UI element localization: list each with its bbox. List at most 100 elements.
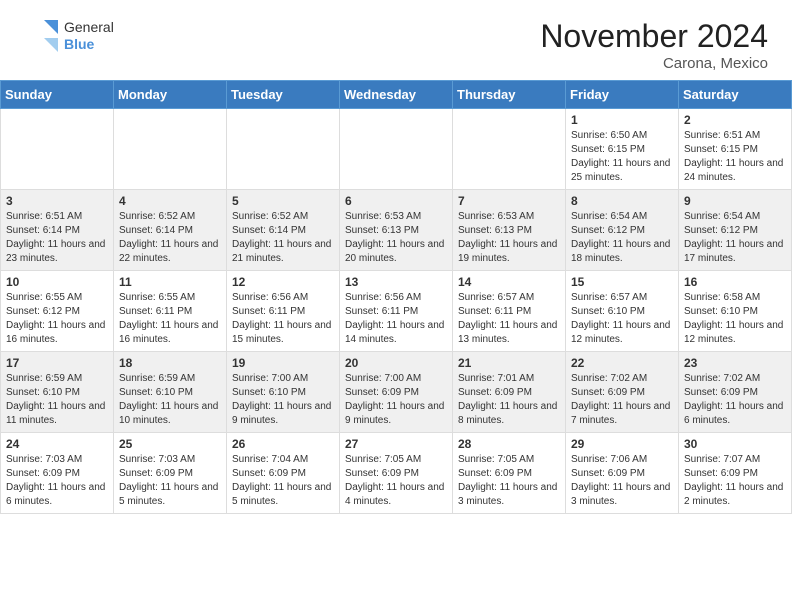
calendar-day-empty xyxy=(114,109,227,190)
day-detail: Sunrise: 6:57 AM Sunset: 6:10 PM Dayligh… xyxy=(571,291,673,347)
calendar-day-22: 22 Sunrise: 7:02 AM Sunset: 6:09 PM Dayli… xyxy=(566,352,679,433)
weekday-header-wednesday: Wednesday xyxy=(340,81,453,109)
calendar-day-18: 18 Sunrise: 6:59 AM Sunset: 6:10 PM Dayli… xyxy=(114,352,227,433)
day-detail: Sunrise: 7:02 AM Sunset: 6:09 PM Dayligh… xyxy=(684,372,786,428)
day-detail: Sunrise: 7:01 AM Sunset: 6:09 PM Dayligh… xyxy=(458,372,560,428)
calendar-day-1: 1Sunrise: 6:50 AM Sunset: 6:15 PM Daylig… xyxy=(566,109,679,190)
calendar-table: SundayMondayTuesdayWednesdayThursdayFrid… xyxy=(0,80,792,514)
calendar-day-14: 14Sunrise: 6:57 AM Sunset: 6:11 PM Dayli… xyxy=(453,271,566,352)
day-detail: Sunrise: 6:51 AM Sunset: 6:14 PM Dayligh… xyxy=(6,210,108,266)
calendar-day-30: 30Sunrise: 7:07 AM Sunset: 6:09 PM Dayli… xyxy=(679,433,792,514)
day-number: 30 xyxy=(684,437,786,451)
day-number: 28 xyxy=(458,437,560,451)
day-detail: Sunrise: 6:55 AM Sunset: 6:11 PM Dayligh… xyxy=(119,291,221,347)
calendar-day-empty xyxy=(340,109,453,190)
day-detail: Sunrise: 6:56 AM Sunset: 6:11 PM Dayligh… xyxy=(232,291,334,347)
weekday-header-sunday: Sunday xyxy=(1,81,114,109)
logo-graphic xyxy=(24,18,60,54)
calendar-day-27: 27 Sunrise: 7:05 AM Sunset: 6:09 PM Dayli… xyxy=(340,433,453,514)
day-number: 1 xyxy=(571,113,673,127)
calendar-day-15: 15Sunrise: 6:57 AM Sunset: 6:10 PM Dayli… xyxy=(566,271,679,352)
day-number: 24 xyxy=(6,437,108,451)
day-number: 18 xyxy=(119,356,221,370)
calendar-day-19: 19Sunrise: 7:00 AM Sunset: 6:10 PM Dayli… xyxy=(227,352,340,433)
day-number: 13 xyxy=(345,275,447,289)
calendar-day-17: 17 Sunrise: 6:59 AM Sunset: 6:10 PM Dayli… xyxy=(1,352,114,433)
logo-general-text: General xyxy=(64,19,114,36)
day-detail: Sunrise: 6:58 AM Sunset: 6:10 PM Dayligh… xyxy=(684,291,786,347)
calendar-day-21: 21 Sunrise: 7:01 AM Sunset: 6:09 PM Dayli… xyxy=(453,352,566,433)
day-number: 6 xyxy=(345,194,447,208)
calendar-day-empty xyxy=(227,109,340,190)
day-number: 21 xyxy=(458,356,560,370)
calendar-day-3: 3 Sunrise: 6:51 AM Sunset: 6:14 PM Daylig… xyxy=(1,190,114,271)
calendar-day-empty xyxy=(453,109,566,190)
calendar-day-10: 10 Sunrise: 6:55 AM Sunset: 6:12 PM Dayli… xyxy=(1,271,114,352)
calendar-day-13: 13Sunrise: 6:56 AM Sunset: 6:11 PM Dayli… xyxy=(340,271,453,352)
day-detail: Sunrise: 7:03 AM Sunset: 6:09 PM Dayligh… xyxy=(6,453,108,509)
day-detail: Sunrise: 6:52 AM Sunset: 6:14 PM Dayligh… xyxy=(232,210,334,266)
day-number: 22 xyxy=(571,356,673,370)
day-number: 11 xyxy=(119,275,221,289)
weekday-header-tuesday: Tuesday xyxy=(227,81,340,109)
calendar-day-8: 8 Sunrise: 6:54 AM Sunset: 6:12 PM Daylig… xyxy=(566,190,679,271)
location: Carona, Mexico xyxy=(540,55,768,72)
day-detail: Sunrise: 6:54 AM Sunset: 6:12 PM Dayligh… xyxy=(684,210,786,266)
day-detail: Sunrise: 7:05 AM Sunset: 6:09 PM Dayligh… xyxy=(458,453,560,509)
day-number: 3 xyxy=(6,194,108,208)
day-detail: Sunrise: 7:05 AM Sunset: 6:09 PM Dayligh… xyxy=(345,453,447,509)
day-number: 25 xyxy=(119,437,221,451)
day-detail: Sunrise: 6:53 AM Sunset: 6:13 PM Dayligh… xyxy=(458,210,560,266)
logo-blue-text: Blue xyxy=(64,36,114,53)
day-number: 10 xyxy=(6,275,108,289)
calendar-day-5: 5 Sunrise: 6:52 AM Sunset: 6:14 PM Daylig… xyxy=(227,190,340,271)
calendar-day-29: 29 Sunrise: 7:06 AM Sunset: 6:09 PM Dayli… xyxy=(566,433,679,514)
logo-text: General Blue xyxy=(64,19,114,53)
day-detail: Sunrise: 6:59 AM Sunset: 6:10 PM Dayligh… xyxy=(119,372,221,428)
weekday-header-saturday: Saturday xyxy=(679,81,792,109)
calendar-day-7: 7Sunrise: 6:53 AM Sunset: 6:13 PM Daylig… xyxy=(453,190,566,271)
calendar-day-20: 20 Sunrise: 7:00 AM Sunset: 6:09 PM Dayli… xyxy=(340,352,453,433)
day-number: 17 xyxy=(6,356,108,370)
calendar-day-25: 25 Sunrise: 7:03 AM Sunset: 6:09 PM Dayli… xyxy=(114,433,227,514)
day-number: 5 xyxy=(232,194,334,208)
logo: General Blue xyxy=(24,18,114,54)
calendar-day-6: 6Sunrise: 6:53 AM Sunset: 6:13 PM Daylig… xyxy=(340,190,453,271)
day-detail: Sunrise: 6:54 AM Sunset: 6:12 PM Dayligh… xyxy=(571,210,673,266)
day-number: 26 xyxy=(232,437,334,451)
calendar-day-9: 9 Sunrise: 6:54 AM Sunset: 6:12 PM Daylig… xyxy=(679,190,792,271)
weekday-header-friday: Friday xyxy=(566,81,679,109)
calendar-day-12: 12Sunrise: 6:56 AM Sunset: 6:11 PM Dayli… xyxy=(227,271,340,352)
calendar-day-16: 16 Sunrise: 6:58 AM Sunset: 6:10 PM Dayli… xyxy=(679,271,792,352)
day-detail: Sunrise: 7:00 AM Sunset: 6:09 PM Dayligh… xyxy=(345,372,447,428)
day-number: 9 xyxy=(684,194,786,208)
day-number: 27 xyxy=(345,437,447,451)
calendar-week-row: 1Sunrise: 6:50 AM Sunset: 6:15 PM Daylig… xyxy=(1,109,792,190)
day-number: 4 xyxy=(119,194,221,208)
calendar-week-row: 17 Sunrise: 6:59 AM Sunset: 6:10 PM Dayli… xyxy=(1,352,792,433)
day-detail: Sunrise: 6:55 AM Sunset: 6:12 PM Dayligh… xyxy=(6,291,108,347)
day-number: 8 xyxy=(571,194,673,208)
day-detail: Sunrise: 7:04 AM Sunset: 6:09 PM Dayligh… xyxy=(232,453,334,509)
day-detail: Sunrise: 6:59 AM Sunset: 6:10 PM Dayligh… xyxy=(6,372,108,428)
day-detail: Sunrise: 6:57 AM Sunset: 6:11 PM Dayligh… xyxy=(458,291,560,347)
calendar-day-2: 2Sunrise: 6:51 AM Sunset: 6:15 PM Daylig… xyxy=(679,109,792,190)
calendar-day-23: 23 Sunrise: 7:02 AM Sunset: 6:09 PM Dayli… xyxy=(679,352,792,433)
day-detail: Sunrise: 6:52 AM Sunset: 6:14 PM Dayligh… xyxy=(119,210,221,266)
weekday-header-thursday: Thursday xyxy=(453,81,566,109)
day-number: 29 xyxy=(571,437,673,451)
day-detail: Sunrise: 7:06 AM Sunset: 6:09 PM Dayligh… xyxy=(571,453,673,509)
day-detail: Sunrise: 7:03 AM Sunset: 6:09 PM Dayligh… xyxy=(119,453,221,509)
calendar-day-28: 28 Sunrise: 7:05 AM Sunset: 6:09 PM Dayli… xyxy=(453,433,566,514)
day-number: 20 xyxy=(345,356,447,370)
day-number: 2 xyxy=(684,113,786,127)
day-number: 23 xyxy=(684,356,786,370)
weekday-header-monday: Monday xyxy=(114,81,227,109)
logo-container: General Blue xyxy=(24,18,114,54)
page-header: General Blue November 2024 Carona, Mexic… xyxy=(0,0,792,80)
weekday-header-row: SundayMondayTuesdayWednesdayThursdayFrid… xyxy=(1,81,792,109)
day-number: 16 xyxy=(684,275,786,289)
day-detail: Sunrise: 7:02 AM Sunset: 6:09 PM Dayligh… xyxy=(571,372,673,428)
calendar-day-4: 4 Sunrise: 6:52 AM Sunset: 6:14 PM Daylig… xyxy=(114,190,227,271)
calendar-day-26: 26 Sunrise: 7:04 AM Sunset: 6:09 PM Dayli… xyxy=(227,433,340,514)
